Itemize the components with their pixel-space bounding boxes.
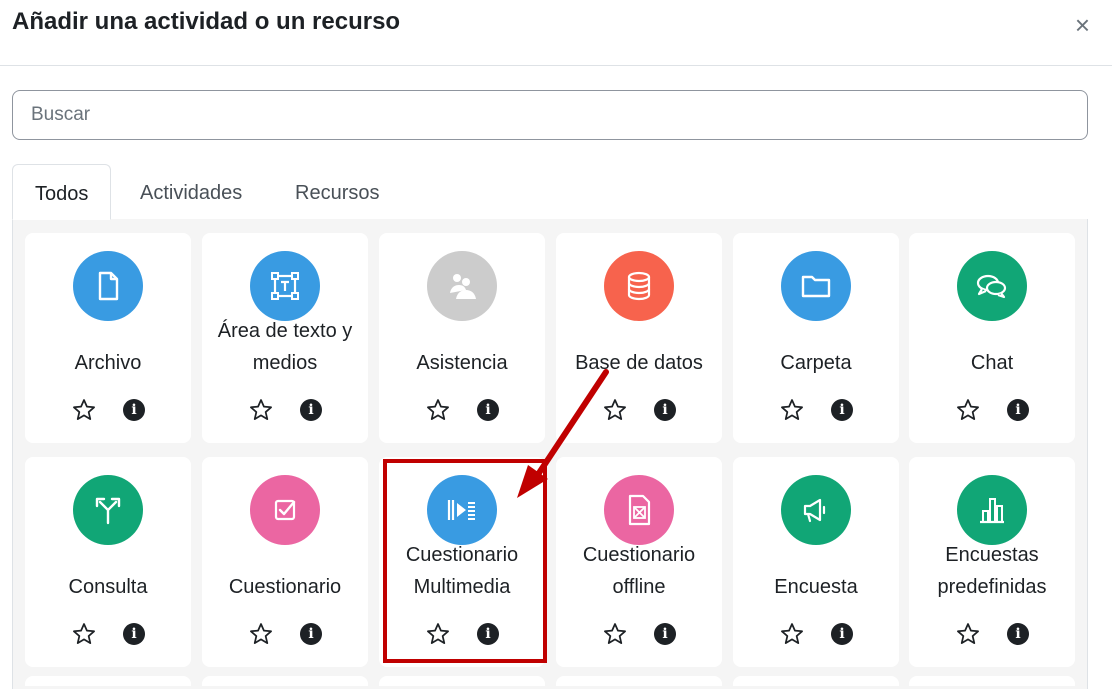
card-actions: i	[379, 397, 545, 425]
star-outline-icon[interactable]	[602, 397, 628, 423]
close-icon[interactable]: ×	[1075, 10, 1090, 40]
bar-chart-icon	[957, 475, 1027, 545]
info-icon[interactable]: i	[654, 623, 676, 645]
tab-todos[interactable]: Todos	[12, 164, 112, 220]
module-label: Área de texto y medios	[206, 315, 364, 379]
module-label: Asistencia	[416, 352, 508, 374]
chat-icon	[957, 251, 1027, 321]
info-icon[interactable]: i	[477, 399, 499, 421]
highlight-box	[383, 459, 547, 663]
module-card-cuestionario-offline[interactable]: Cuestionario offline i	[556, 457, 722, 667]
info-icon[interactable]: i	[300, 623, 322, 645]
next-row-card-edge	[379, 676, 545, 686]
module-card-encuesta[interactable]: Encuesta i	[733, 457, 899, 667]
module-card-base-datos[interactable]: Base de datos i	[556, 233, 722, 443]
attendance-icon	[427, 251, 497, 321]
module-card-carpeta[interactable]: Carpeta i	[733, 233, 899, 443]
folder-icon	[781, 251, 851, 321]
star-outline-icon[interactable]	[955, 621, 981, 647]
module-label: Base de datos	[575, 352, 703, 374]
card-actions: i	[25, 397, 191, 425]
card-actions: i	[733, 621, 899, 649]
module-label-line: Encuestas	[945, 544, 1039, 566]
module-label: Cuestionario offline	[560, 539, 718, 603]
star-outline-icon[interactable]	[955, 397, 981, 423]
dialog-title: Añadir una actividad o un recurso	[12, 8, 401, 35]
megaphone-icon	[781, 475, 851, 545]
info-icon[interactable]: i	[123, 399, 145, 421]
next-row-card-edge	[556, 676, 722, 686]
module-card-archivo[interactable]: Archivo i	[25, 233, 191, 443]
star-outline-icon[interactable]	[779, 397, 805, 423]
module-label-line: medios	[252, 352, 318, 374]
text-area-icon	[250, 251, 320, 321]
module-card-chat[interactable]: Chat i	[909, 233, 1075, 443]
module-label: Encuesta	[774, 576, 858, 598]
info-icon[interactable]: i	[123, 623, 145, 645]
star-outline-icon[interactable]	[248, 397, 274, 423]
card-actions: i	[25, 621, 191, 649]
star-outline-icon[interactable]	[425, 397, 451, 423]
choice-icon	[73, 475, 143, 545]
module-label: Cuestionario	[228, 576, 342, 598]
module-card-cuestionario[interactable]: Cuestionario i	[202, 457, 368, 667]
next-row-card-edge	[733, 676, 899, 686]
tab-actividades[interactable]: Actividades	[118, 164, 264, 220]
module-label: Consulta	[68, 576, 148, 598]
info-icon[interactable]: i	[1007, 399, 1029, 421]
tab-recursos[interactable]: Recursos	[273, 164, 401, 220]
module-label-line: Área de texto y	[217, 320, 353, 342]
module-card-asistencia[interactable]: Asistencia i	[379, 233, 545, 443]
database-icon	[604, 251, 674, 321]
card-actions: i	[733, 397, 899, 425]
info-icon[interactable]: i	[831, 399, 853, 421]
search-input[interactable]	[12, 90, 1088, 140]
next-row-card-edge	[25, 676, 191, 686]
module-card-encuestas-predefinidas[interactable]: Encuestas predefinidas i	[909, 457, 1075, 667]
offline-quiz-icon	[604, 475, 674, 545]
card-actions: i	[202, 621, 368, 649]
card-actions: i	[556, 397, 722, 425]
card-actions: i	[556, 621, 722, 649]
module-label-line: offline	[612, 576, 666, 598]
card-actions: i	[202, 397, 368, 425]
dialog-header: Añadir una actividad o un recurso ×	[0, 0, 1112, 66]
info-icon[interactable]: i	[654, 399, 676, 421]
next-row-card-edge	[909, 676, 1075, 686]
file-icon	[73, 251, 143, 321]
card-actions: i	[909, 621, 1075, 649]
tab-bar: Todos Actividades Recursos	[12, 164, 1088, 220]
module-label-line: Cuestionario	[582, 544, 696, 566]
module-label: Chat	[970, 352, 1014, 374]
star-outline-icon[interactable]	[71, 397, 97, 423]
module-card-area-texto[interactable]: Área de texto y medios i	[202, 233, 368, 443]
info-icon[interactable]: i	[1007, 623, 1029, 645]
star-outline-icon[interactable]	[602, 621, 628, 647]
module-card-consulta[interactable]: Consulta i	[25, 457, 191, 667]
module-label: Carpeta	[780, 352, 852, 374]
module-label: Archivo	[74, 352, 142, 374]
quiz-icon	[250, 475, 320, 545]
next-row-card-edge	[202, 676, 368, 686]
star-outline-icon[interactable]	[248, 621, 274, 647]
module-label: Encuestas predefinidas	[913, 539, 1071, 603]
info-icon[interactable]: i	[300, 399, 322, 421]
star-outline-icon[interactable]	[71, 621, 97, 647]
star-outline-icon[interactable]	[779, 621, 805, 647]
card-actions: i	[909, 397, 1075, 425]
info-icon[interactable]: i	[831, 623, 853, 645]
module-label-line: predefinidas	[937, 576, 1047, 598]
